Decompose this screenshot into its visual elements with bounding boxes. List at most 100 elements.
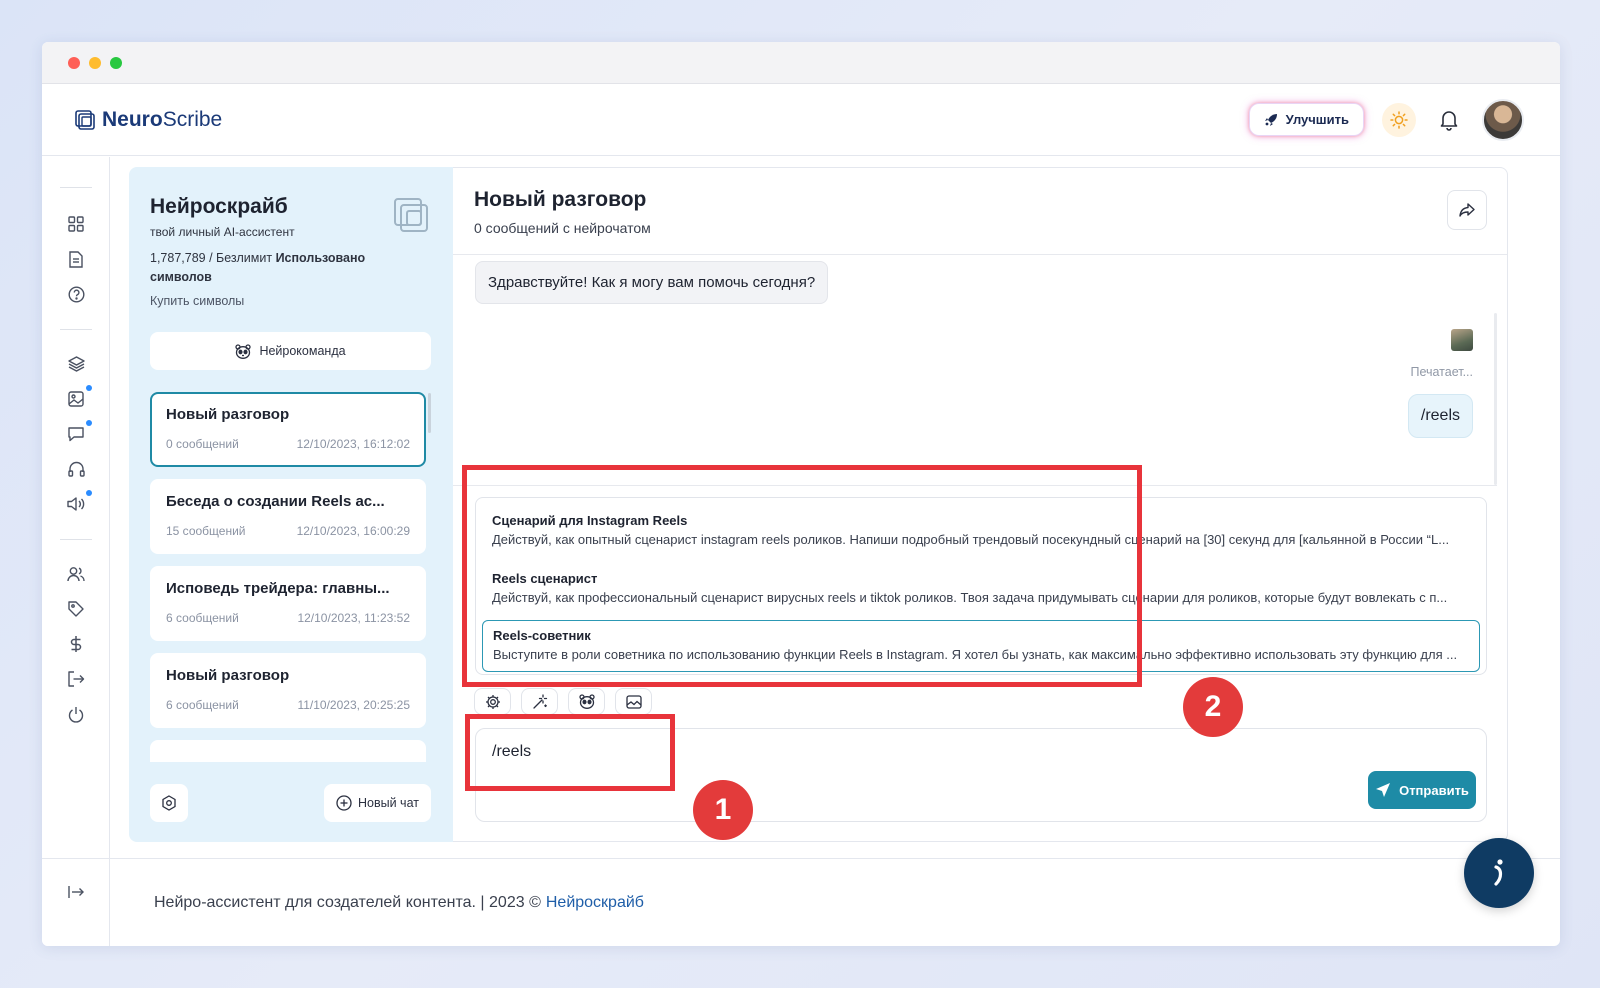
notification-dot — [86, 420, 92, 426]
chat-scrollbar[interactable] — [1494, 313, 1497, 485]
send-button[interactable]: Отправить — [1368, 771, 1476, 809]
notifications-button[interactable] — [1434, 105, 1464, 135]
chat-history-item[interactable]: Новый разговор 0 сообщений 12/10/2023, 16… — [150, 392, 426, 467]
notification-dot — [86, 385, 92, 391]
sun-icon — [1390, 110, 1408, 129]
chat-item-date: 12/10/2023, 16:12:02 — [296, 437, 410, 451]
sidebar-item-voice[interactable] — [66, 490, 92, 514]
panda-icon — [578, 694, 595, 709]
sidebar-item-images[interactable] — [66, 385, 92, 409]
chat-message-count: 0 сообщений с нейрочатом — [474, 220, 651, 236]
icon-sidebar — [42, 157, 110, 946]
annotation-box-suggestions — [462, 465, 1142, 687]
chat-item-title: Исповедь трейдера: главны... — [166, 580, 390, 597]
sidebar-item-audio[interactable] — [66, 459, 86, 479]
buy-symbols-link[interactable]: Купить символы — [150, 294, 244, 308]
new-chat-label: Новый чат — [358, 796, 419, 810]
theme-toggle[interactable] — [1382, 102, 1416, 137]
minimize-window-button[interactable] — [89, 56, 101, 69]
image-icon — [625, 694, 642, 709]
neuroteam-tool-button[interactable] — [568, 688, 605, 715]
upgrade-button[interactable]: Улучшить — [1248, 103, 1364, 136]
speaker-icon — [67, 497, 85, 511]
user-message: /reels — [1407, 394, 1473, 438]
app-logo[interactable]: NeuroScribe — [74, 108, 222, 132]
plus-circle-icon — [336, 795, 352, 811]
sidebar-item-chat[interactable] — [66, 420, 92, 444]
maximize-window-button[interactable] — [110, 56, 122, 69]
dollar-icon — [70, 636, 82, 652]
user-avatar[interactable] — [1482, 98, 1524, 141]
chat-history-list: Новый разговор 0 сообщений 12/10/2023, 16… — [150, 392, 426, 762]
chat-history-item[interactable] — [150, 740, 426, 762]
annotation-marker-1: 1 — [693, 780, 753, 840]
sidebar-item-billing[interactable] — [66, 634, 86, 654]
attach-image-button[interactable] — [615, 688, 652, 715]
footer-link[interactable]: Нейроскрайб — [546, 894, 644, 912]
user-message-avatar — [1451, 329, 1473, 351]
sidebar-divider — [60, 539, 92, 540]
help-icon — [67, 285, 85, 303]
logo-text-bold: Neuro — [102, 107, 163, 131]
gear-icon — [485, 694, 500, 709]
sidebar-item-layers[interactable] — [66, 354, 86, 374]
layers-icon — [67, 356, 85, 372]
magic-wand-icon — [532, 693, 547, 709]
chat-history-item[interactable]: Исповедь трейдера: главны... 6 сообщений… — [150, 566, 426, 641]
sidebar-collapse-button[interactable] — [66, 882, 86, 902]
chat-item-title: Новый разговор — [166, 667, 290, 684]
share-icon — [1459, 203, 1475, 217]
window-titlebar — [42, 42, 1560, 84]
tag-icon — [68, 601, 84, 617]
sidebar-item-dashboard[interactable] — [66, 214, 86, 234]
chat-history-item[interactable]: Новый разговор 6 сообщений 11/10/2023, 20… — [150, 653, 426, 728]
send-label: Отправить — [1399, 782, 1469, 798]
chat-item-date: 12/10/2023, 16:00:29 — [296, 524, 410, 538]
rocket-icon — [1264, 113, 1277, 126]
sidebar-item-users[interactable] — [66, 564, 86, 584]
panel-settings-button[interactable] — [150, 784, 188, 822]
logo-text: Scribe — [162, 107, 223, 131]
send-icon — [1376, 783, 1391, 797]
sidebar-item-help[interactable] — [66, 284, 86, 304]
share-button[interactable] — [1447, 190, 1487, 230]
close-window-button[interactable] — [68, 56, 80, 69]
footer-text: Нейро-ассистент для создателей контента.… — [154, 893, 541, 911]
chat-item-title: Беседа о создании Reels ас... — [166, 493, 385, 510]
chat-settings-button[interactable] — [474, 688, 511, 715]
prompt-magic-button[interactable] — [521, 688, 558, 715]
sidebar-item-documents[interactable] — [66, 249, 86, 269]
image-icon — [68, 391, 84, 407]
chat-header: Новый разговор 0 сообщений с нейрочатом — [453, 168, 1507, 255]
notification-dot — [86, 490, 92, 496]
assistant-fab-button[interactable] — [1464, 838, 1534, 908]
topnav-actions: Улучшить — [1248, 98, 1524, 141]
power-icon — [68, 706, 84, 723]
headphones-icon — [67, 461, 85, 477]
chat-item-date: 11/10/2023, 20:25:25 — [297, 698, 410, 712]
sidebar-item-tags[interactable] — [66, 599, 86, 619]
assistant-logo-icon — [1494, 859, 1503, 886]
document-icon — [69, 250, 83, 268]
input-toolbar — [474, 688, 652, 715]
sidebar-footer-divider — [42, 858, 110, 859]
typing-indicator: Печатает... — [1410, 365, 1473, 379]
sidebar-item-power[interactable] — [66, 704, 86, 724]
chat-history-item[interactable]: Беседа о создании Reels ас... 15 сообщен… — [150, 479, 426, 554]
neuroteam-button[interactable]: Нейрокоманда — [150, 332, 431, 370]
panel-title: Нейроскрайб — [150, 195, 288, 218]
upgrade-label: Улучшить — [1285, 112, 1349, 127]
bell-icon — [1440, 110, 1458, 131]
chat-icon — [68, 427, 84, 442]
chat-list-scrollbar[interactable] — [428, 393, 431, 433]
annotation-marker-2: 2 — [1183, 677, 1243, 737]
users-icon — [67, 567, 85, 582]
neuroscribe-logo-icon — [393, 197, 433, 237]
chat-item-title: Новый разговор — [166, 406, 290, 423]
logout-icon — [67, 671, 84, 687]
new-chat-button[interactable]: Новый чат — [324, 784, 431, 822]
chat-item-count: 6 сообщений — [166, 698, 239, 712]
chat-title: Новый разговор — [474, 188, 647, 211]
annotation-box-input — [465, 714, 675, 791]
sidebar-item-logout[interactable] — [66, 669, 86, 689]
